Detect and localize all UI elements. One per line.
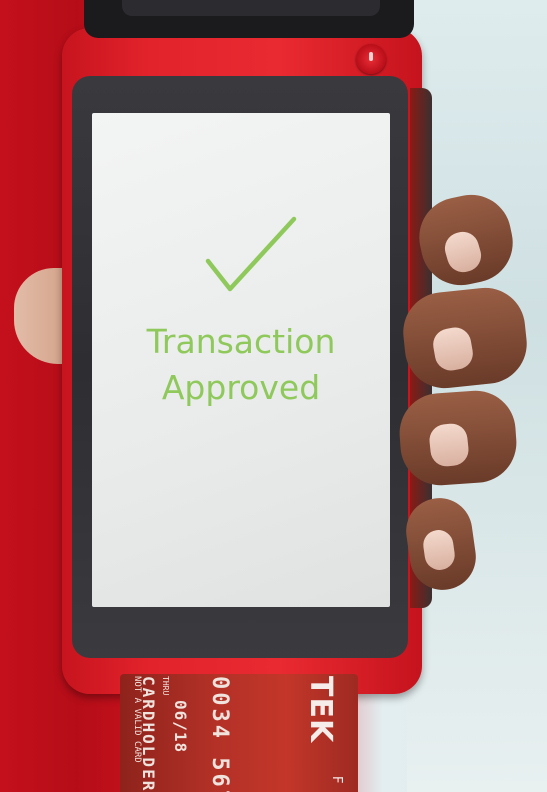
- terminal-screen: Transaction Approved: [92, 113, 390, 607]
- card-brand-suffix: F: [329, 776, 344, 784]
- card-holder-name: CARDHOLDER: [139, 676, 158, 792]
- checkmark-icon: [205, 216, 297, 292]
- power-icon[interactable]: [356, 44, 386, 74]
- card-expiry: 06/18: [171, 700, 190, 754]
- status-line-2: Approved: [161, 368, 321, 407]
- printer-slot: [122, 0, 380, 16]
- nail: [427, 422, 471, 468]
- card-number: 0034 567: [207, 676, 232, 792]
- card-brand: TEK: [303, 676, 338, 744]
- status-line-1: Transaction: [146, 322, 336, 361]
- card-valid-thru-label: THRU: [161, 676, 170, 696]
- photo-scene: Transaction Approved NOT A VALID CARD CA…: [0, 0, 547, 792]
